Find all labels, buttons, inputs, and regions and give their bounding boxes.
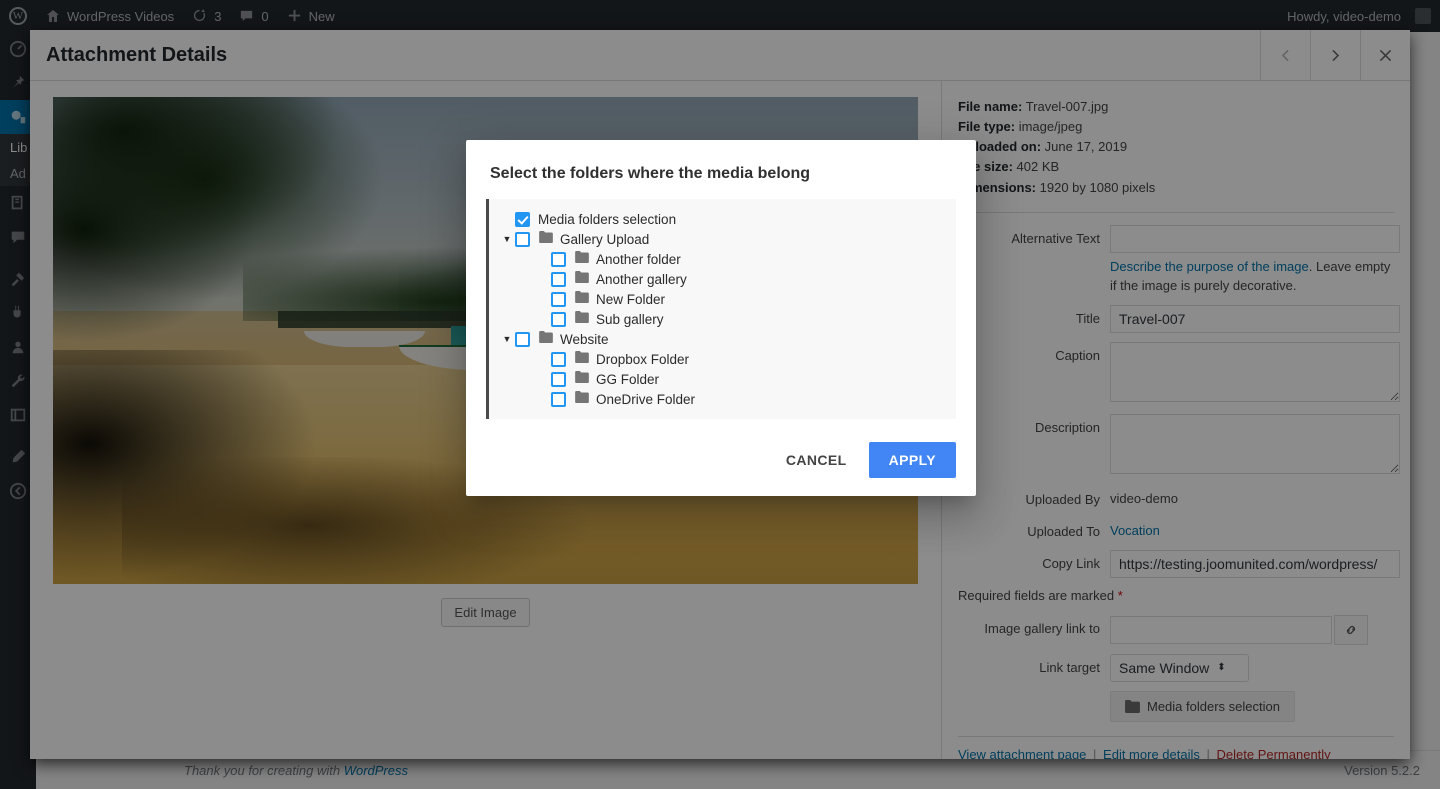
folder-checkbox[interactable] (551, 252, 566, 267)
folder-icon (575, 270, 589, 288)
folder-tree-node[interactable]: ▼ Gallery Upload (489, 229, 956, 249)
expand-collapse-arrow-icon[interactable]: ▼ (499, 335, 515, 344)
folder-dialog-title: Select the folders where the media belon… (466, 140, 976, 199)
folder-tree-node[interactable]: ▼New Folder (489, 289, 956, 309)
folder-node-label: Another folder (596, 252, 681, 267)
folder-node-label: Media folders selection (538, 212, 676, 227)
cancel-button[interactable]: CANCEL (772, 442, 861, 478)
folder-checkbox[interactable] (551, 312, 566, 327)
folder-tree-node[interactable]: ▼Another gallery (489, 269, 956, 289)
folder-icon (539, 230, 553, 248)
folder-node-label: Website (560, 332, 609, 347)
folder-checkbox[interactable] (515, 212, 530, 227)
folder-checkbox[interactable] (551, 372, 566, 387)
folder-tree-node[interactable]: ▼GG Folder (489, 369, 956, 389)
folder-dialog-body: ▼Media folders selection▼Gallery Upload▼… (466, 199, 976, 428)
folder-tree-node[interactable]: ▼OneDrive Folder (489, 389, 956, 409)
folder-tree-node[interactable]: ▼Dropbox Folder (489, 349, 956, 369)
folder-checkbox[interactable] (551, 292, 566, 307)
folder-checkbox[interactable] (515, 232, 530, 247)
folder-icon (575, 370, 589, 388)
folder-node-label: New Folder (596, 292, 665, 307)
folder-tree-node[interactable]: ▼ Website (489, 329, 956, 349)
folder-checkbox[interactable] (551, 392, 566, 407)
folder-checkbox[interactable] (551, 272, 566, 287)
folder-node-label: Another gallery (596, 272, 687, 287)
folder-node-label: Gallery Upload (560, 232, 649, 247)
folder-checkbox[interactable] (515, 332, 530, 347)
folder-checkbox[interactable] (551, 352, 566, 367)
folder-tree-node[interactable]: ▼Another folder (489, 249, 956, 269)
folder-icon (575, 390, 589, 408)
folder-icon (575, 310, 589, 328)
folder-dialog-actions: CANCEL APPLY (466, 428, 976, 496)
folder-node-label: Sub gallery (596, 312, 664, 327)
folder-selection-dialog: Select the folders where the media belon… (466, 140, 976, 496)
folder-node-label: Dropbox Folder (596, 352, 689, 367)
folder-icon (575, 250, 589, 268)
folder-tree-node[interactable]: ▼Sub gallery (489, 309, 956, 329)
folder-node-label: GG Folder (596, 372, 659, 387)
folder-icon (575, 350, 589, 368)
expand-collapse-arrow-icon[interactable]: ▼ (499, 235, 515, 244)
folder-node-label: OneDrive Folder (596, 392, 695, 407)
apply-button[interactable]: APPLY (869, 442, 956, 478)
folder-tree[interactable]: ▼Media folders selection▼Gallery Upload▼… (486, 199, 956, 419)
folder-icon (575, 290, 589, 308)
folder-tree-node[interactable]: ▼Media folders selection (489, 209, 956, 229)
folder-icon (539, 330, 553, 348)
